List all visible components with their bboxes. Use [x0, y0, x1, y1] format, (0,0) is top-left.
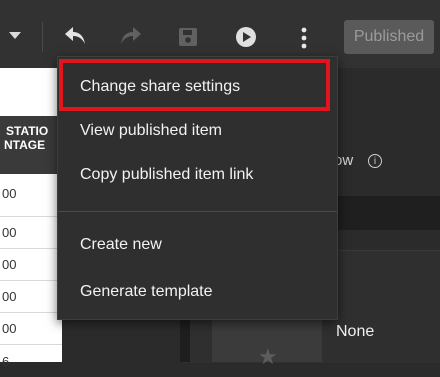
- info-icon-glyph: i: [373, 155, 377, 167]
- redo-icon[interactable]: [118, 24, 144, 48]
- more-options-menu: Change share settings View published ite…: [57, 56, 338, 320]
- published-button[interactable]: Published: [344, 20, 434, 54]
- play-icon[interactable]: [234, 25, 258, 49]
- undo-icon[interactable]: [62, 24, 88, 48]
- table-cell: 00: [2, 186, 17, 201]
- table-row[interactable]: 00: [0, 217, 62, 249]
- menu-item-label: Copy published item link: [80, 166, 254, 183]
- menu-item-label: View published item: [80, 122, 223, 139]
- info-icon[interactable]: i: [368, 154, 382, 168]
- toolbar-divider: [42, 22, 43, 52]
- table-row[interactable]: 6: [0, 345, 62, 377]
- dropdown-caret-icon[interactable]: [8, 30, 22, 42]
- left-table-panel: STATIO NTAGE 00 00 00 00 00 6: [0, 68, 62, 369]
- table-cell: 00: [2, 289, 17, 304]
- table-cell: 00: [2, 321, 17, 336]
- menu-item-copy-published-item-link[interactable]: Copy published item link: [58, 153, 337, 197]
- menu-item-label: Change share settings: [80, 78, 241, 95]
- table-cell: 00: [2, 225, 17, 240]
- menu-item-create-new[interactable]: Create new: [58, 223, 337, 267]
- save-icon[interactable]: [176, 25, 200, 49]
- star-icon: ★: [258, 344, 278, 369]
- none-option-label: None: [336, 323, 375, 340]
- table-header-line-1: STATIO: [6, 124, 49, 138]
- table-row[interactable]: 00: [0, 171, 62, 217]
- more-options-icon[interactable]: [296, 24, 312, 52]
- table-row[interactable]: 00: [0, 281, 62, 313]
- published-label: Published: [353, 28, 425, 45]
- table-cell: 00: [2, 257, 17, 272]
- menu-item-view-published-item[interactable]: View published item: [58, 109, 337, 153]
- table-cell: 6: [2, 353, 10, 369]
- menu-item-generate-template[interactable]: Generate template: [58, 270, 337, 314]
- panel-section-band: [330, 196, 440, 230]
- table-row[interactable]: 00: [0, 313, 62, 345]
- menu-item-label: Create new: [80, 236, 162, 253]
- menu-item-label: Generate template: [80, 283, 213, 300]
- table-column-header[interactable]: STATIO NTAGE: [0, 116, 62, 174]
- table-header-line-2: NTAGE: [4, 138, 46, 152]
- menu-item-change-share-settings[interactable]: Change share settings: [58, 62, 337, 112]
- table-row[interactable]: 00: [0, 249, 62, 281]
- menu-divider: [58, 211, 337, 212]
